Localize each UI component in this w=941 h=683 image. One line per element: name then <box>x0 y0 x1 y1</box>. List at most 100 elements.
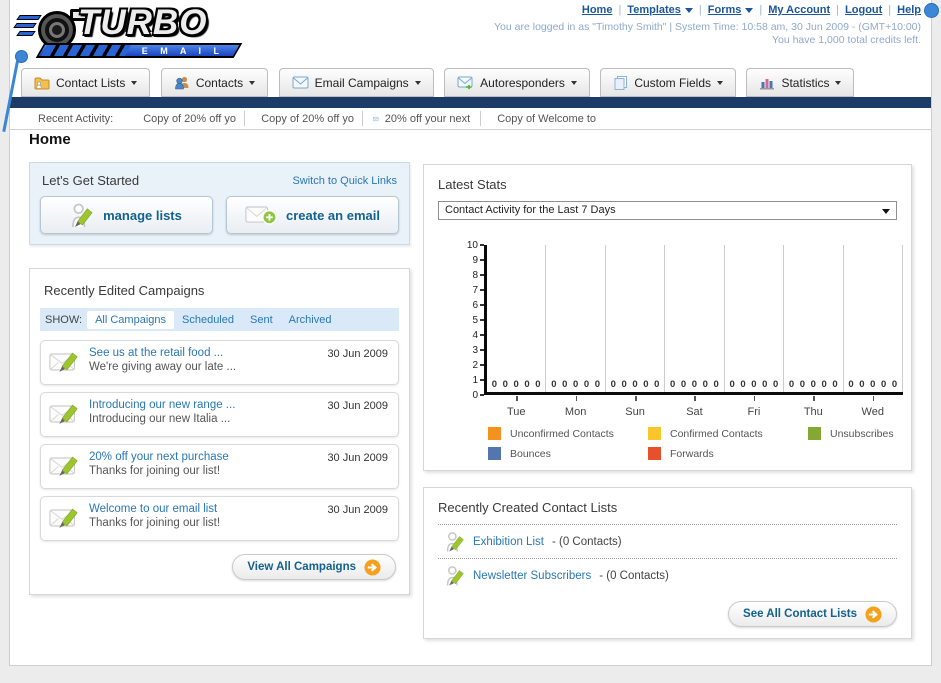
legend-item-bounces: Bounces <box>488 447 648 460</box>
contact-count: - (0 Contacts) <box>599 569 669 582</box>
left-column: Let's Get Started Switch to Quick Links … <box>29 162 410 595</box>
chart-value-label: 0 <box>702 379 708 390</box>
recent-activity-item[interactable]: 20% off your next <box>363 111 482 126</box>
right-column: Latest Stats Contact Activity for the La… <box>423 164 912 639</box>
chart-value-label: 0 <box>891 379 898 390</box>
login-info: You are logged in as "Timothy Smith" | S… <box>494 21 921 47</box>
stats-period-select[interactable]: Contact Activity for the Last 7 Days <box>438 201 897 220</box>
tab-custom-fields[interactable]: Custom Fields <box>600 68 737 97</box>
chevron-down-icon <box>882 209 890 214</box>
contact-list-link[interactable]: Newsletter Subscribers <box>473 570 591 582</box>
manage-lists-button[interactable]: manage lists <box>40 196 213 234</box>
chart-value-label: 0 <box>821 379 827 390</box>
chart-value-label: 0 <box>562 379 568 390</box>
header-link-help[interactable]: Help <box>897 4 921 16</box>
header-link-my-account[interactable]: My Account <box>768 4 830 16</box>
tab-autoresponders[interactable]: Autoresponders <box>444 68 590 97</box>
campaign-subtitle: Thanks for joining our list! <box>89 517 221 529</box>
tab-statistics[interactable]: Statistics <box>746 68 855 97</box>
contact-list-item[interactable]: Newsletter Subscribers - (0 Contacts) <box>438 559 897 592</box>
envelope-icon <box>373 114 379 124</box>
stats-period-value: Contact Activity for the Last 7 Days <box>445 204 616 216</box>
page-content: TURBO E M A I L Home | Templates | Forms | My … <box>2 0 939 666</box>
chevron-down-icon <box>835 80 842 85</box>
campaign-row[interactable]: Introducing our new range ... Introducin… <box>40 392 399 437</box>
campaign-date: 30 Jun 2009 <box>327 504 388 516</box>
legend-item-confirmed: Confirmed Contacts <box>648 427 808 440</box>
chart-value-label: 0 <box>610 379 616 390</box>
y-axis-tick: 8 <box>460 270 484 281</box>
latest-stats-panel: Latest Stats Contact Activity for the La… <box>423 164 912 471</box>
x-axis-tick <box>872 396 875 401</box>
header-link-templates[interactable]: Templates <box>627 4 681 16</box>
x-axis-tick <box>813 396 815 401</box>
chart-day-group: 0 0 0 0 0 Sun <box>606 245 666 418</box>
chart-y-axis: 0 1 2 3 4 5 6 7 8 9 10 <box>460 240 484 401</box>
manage-lists-label: manage lists <box>103 207 182 223</box>
people-icon <box>175 76 189 90</box>
campaign-row[interactable]: See us at the retail food ... We're givi… <box>40 340 399 385</box>
x-axis-tick <box>516 396 518 401</box>
view-all-campaigns-button[interactable]: View All Campaigns <box>232 554 396 580</box>
flame-icon <box>16 15 42 20</box>
campaign-title-link[interactable]: 20% off your next purchase <box>89 451 229 463</box>
campaign-subtitle: Thanks for joining our list! <box>89 465 221 477</box>
chart-day-group: 0 0 0 0 0 Tue <box>487 245 547 418</box>
navy-divider-bar <box>10 97 931 108</box>
chart-value-label: 0 <box>643 379 649 390</box>
x-axis-tick <box>753 396 756 401</box>
envelope-icon <box>292 76 309 89</box>
legend-label: Bounces <box>510 447 551 460</box>
recent-activity-text: Copy of Welcome to <box>497 112 597 125</box>
chart-day-group: 0 0 0 0 0 Wed <box>844 245 903 418</box>
contact-list-link[interactable]: Exhibition List <box>473 536 544 548</box>
create-email-button[interactable]: create an email <box>226 196 399 234</box>
tab-label: Contacts <box>195 75 244 90</box>
chart-day-group: 0 0 0 0 0 Fri <box>725 245 785 418</box>
switch-quick-links[interactable]: Switch to Quick Links <box>292 175 397 187</box>
turbo-email-logo[interactable]: TURBO E M A I L <box>12 3 262 61</box>
person-pencil-icon <box>446 564 465 588</box>
filter-archived[interactable]: Archived <box>281 311 340 329</box>
recent-activity-item[interactable]: Copy of Welcome to <box>481 111 599 126</box>
recent-activity-text: Copy of 20% off yo <box>143 112 236 125</box>
logo-subtitle: E M A I L <box>141 45 224 56</box>
recent-activity-text: Copy of 20% off yo <box>261 112 354 125</box>
chart-value-label: 0 <box>740 379 746 390</box>
header-link-logout[interactable]: Logout <box>845 4 882 16</box>
campaign-title-link[interactable]: See us at the retail food ... <box>89 347 236 359</box>
y-axis-tick: 4 <box>460 330 484 341</box>
separator: | <box>698 4 702 16</box>
logo-title: TURBO <box>78 3 208 42</box>
chart-value-label: 0 <box>491 379 498 390</box>
y-axis-tick: 9 <box>460 255 484 266</box>
header-link-home[interactable]: Home <box>582 4 613 16</box>
campaign-title-link[interactable]: Introducing our new range ... <box>89 399 235 411</box>
separator: | <box>618 4 622 16</box>
tab-contacts[interactable]: Contacts <box>160 68 269 97</box>
tab-email-campaigns[interactable]: Email Campaigns <box>278 68 434 97</box>
recently-created-contact-lists-panel: Recently Created Contact Lists Exhibitio… <box>423 487 912 639</box>
filter-scheduled[interactable]: Scheduled <box>174 311 242 329</box>
chart-value-label: 0 <box>772 379 779 390</box>
see-all-contact-lists-button[interactable]: See All Contact Lists <box>728 601 897 627</box>
tab-contact-lists[interactable]: Contact Lists <box>21 68 151 97</box>
filter-sent[interactable]: Sent <box>242 311 281 329</box>
contact-list-item[interactable]: Exhibition List - (0 Contacts) <box>438 525 897 558</box>
envelope-pencil-icon <box>49 349 81 374</box>
campaign-row[interactable]: Welcome to our email list Thanks for joi… <box>40 496 399 541</box>
header-link-forms[interactable]: Forms <box>708 4 742 16</box>
contact-count: - (0 Contacts) <box>551 535 622 548</box>
recent-activity-item[interactable]: Copy of 20% off yo <box>245 111 364 126</box>
recent-activity-item[interactable]: Copy of 20% off yo <box>127 111 246 126</box>
chart-value-label: 0 <box>632 379 638 390</box>
header-links: Home | Templates | Forms | My Account | Logout | H… <box>582 4 921 16</box>
envelope-pencil-icon <box>49 505 81 530</box>
page-title: Home <box>29 131 71 148</box>
envelope-plus-icon <box>245 206 277 225</box>
campaign-title-link[interactable]: Welcome to our email list <box>89 503 220 515</box>
campaign-row[interactable]: 20% off your next purchase Thanks for jo… <box>40 444 399 489</box>
filter-all-campaigns[interactable]: All Campaigns <box>87 310 174 329</box>
arrow-circle-icon <box>364 559 381 576</box>
y-axis-tick: 10 <box>460 240 484 251</box>
